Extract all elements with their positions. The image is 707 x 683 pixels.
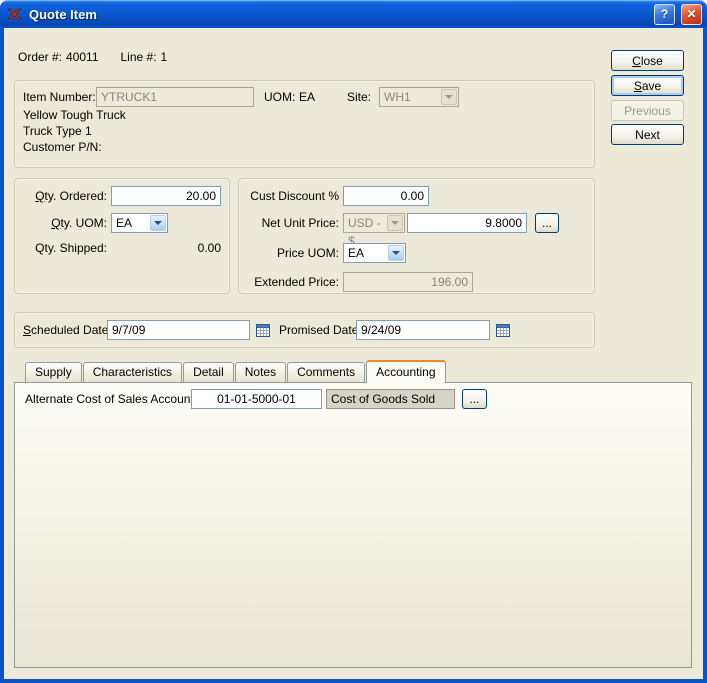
- window-close-button[interactable]: ✕: [681, 3, 702, 25]
- dialog-body: Order #: 40011 Line #: 1 Close Save Previou…: [4, 28, 703, 679]
- qty-shipped-label: Qty. Shipped:: [35, 241, 107, 255]
- pricing-group: Cust Discount % Net Unit Price: USD - $ …: [238, 178, 595, 294]
- promised-date-label: Promised Date:: [279, 323, 362, 337]
- quantity-group: Qty. Ordered: Qty. UOM: EA Qty. Shipped:…: [14, 178, 230, 294]
- qty-uom-label: Qty. UOM:: [51, 216, 107, 230]
- customer-pn-label: Customer P/N:: [23, 140, 102, 154]
- dates-group: Scheduled Date: Promised Date:: [14, 312, 595, 348]
- qty-ordered-input[interactable]: [111, 186, 221, 206]
- window-title: Quote Item: [29, 6, 97, 22]
- extended-price-field: [343, 272, 473, 292]
- order-number-value: 40011: [66, 50, 99, 64]
- site-select: WH1: [379, 87, 459, 107]
- help-button[interactable]: ?: [654, 3, 675, 25]
- tab-supply[interactable]: Supply: [25, 362, 82, 382]
- line-number-label: Line #:: [120, 50, 157, 64]
- cust-discount-label: Cust Discount %: [250, 189, 339, 203]
- line-number-value: 1: [160, 50, 168, 64]
- qty-shipped-value: 0.00: [197, 241, 221, 255]
- accounting-tab-panel: Alternate Cost of Sales Account Cost of …: [14, 382, 692, 668]
- site-value: WH1: [384, 90, 411, 104]
- next-button[interactable]: Next: [611, 124, 684, 145]
- price-uom-label: Price UOM:: [276, 246, 339, 260]
- price-list-button[interactable]: ...: [535, 213, 559, 233]
- order-number-label: Order #:: [18, 50, 63, 64]
- account-description-text: Cost of Goods Sold: [331, 392, 436, 406]
- promised-date-input[interactable]: [356, 320, 490, 340]
- close-button-label: Close: [632, 53, 663, 68]
- price-uom-select[interactable]: EA: [343, 243, 406, 263]
- tab-detail[interactable]: Detail: [183, 362, 234, 382]
- order-line-header: Order #: 40011 Line #: 1: [18, 49, 171, 65]
- qty-uom-value: EA: [116, 216, 133, 230]
- item-number-input: [96, 87, 254, 107]
- alt-cos-account-label: Alternate Cost of Sales Account: [25, 392, 194, 406]
- previous-button: Previous: [611, 100, 684, 121]
- uom-value: EA: [299, 90, 316, 104]
- titlebar[interactable]: Quote Item ? ✕: [0, 0, 707, 28]
- item-number-label: Item Number:: [23, 90, 96, 104]
- close-button[interactable]: Close: [611, 50, 684, 71]
- save-button-label: Save: [633, 78, 662, 93]
- quote-item-window: Quote Item ? ✕ Order #: 40011 Line #: 1 Clo…: [0, 0, 707, 683]
- tab-bar: Supply Characteristics Detail Notes Comm…: [25, 359, 447, 383]
- alt-cos-account-input[interactable]: [191, 389, 322, 409]
- extended-price-label: Extended Price:: [254, 275, 339, 289]
- tab-accounting[interactable]: Accounting: [366, 360, 446, 383]
- currency-select: USD - $: [343, 213, 405, 248]
- previous-button-label: Previous: [624, 103, 671, 118]
- site-label: Site:: [347, 90, 372, 104]
- app-icon: [5, 6, 22, 23]
- scheduled-date-calendar-button[interactable]: [254, 321, 272, 339]
- qty-uom-select[interactable]: EA: [111, 213, 168, 233]
- net-unit-price-label: Net Unit Price:: [261, 216, 339, 230]
- scheduled-date-label: Scheduled Date:: [23, 323, 112, 337]
- price-uom-value: EA: [348, 246, 365, 260]
- item-group: Item Number: UOM: EA Site: WH1 Yellow To…: [14, 80, 595, 168]
- chevron-down-icon: [387, 215, 403, 231]
- scheduled-date-input[interactable]: [107, 320, 250, 340]
- tab-characteristics[interactable]: Characteristics: [82, 362, 183, 382]
- account-description-field: Cost of Goods Sold: [326, 389, 455, 409]
- tab-notes[interactable]: Notes: [234, 362, 287, 382]
- chevron-down-icon: [441, 89, 457, 105]
- promised-date-calendar-button[interactable]: [494, 321, 512, 339]
- cust-discount-input[interactable]: [343, 186, 429, 206]
- chevron-down-icon: [150, 215, 166, 231]
- next-button-label: Next: [635, 127, 660, 142]
- tab-comments[interactable]: Comments: [287, 362, 366, 382]
- uom-label: UOM:: [264, 90, 296, 104]
- chevron-down-icon: [388, 245, 404, 261]
- account-lookup-button[interactable]: ...: [462, 389, 487, 409]
- net-unit-price-input[interactable]: [407, 213, 527, 233]
- calendar-icon: [256, 324, 270, 337]
- qty-ordered-label: Qty. Ordered:: [35, 189, 107, 203]
- calendar-icon: [496, 324, 510, 337]
- save-button[interactable]: Save: [611, 75, 684, 96]
